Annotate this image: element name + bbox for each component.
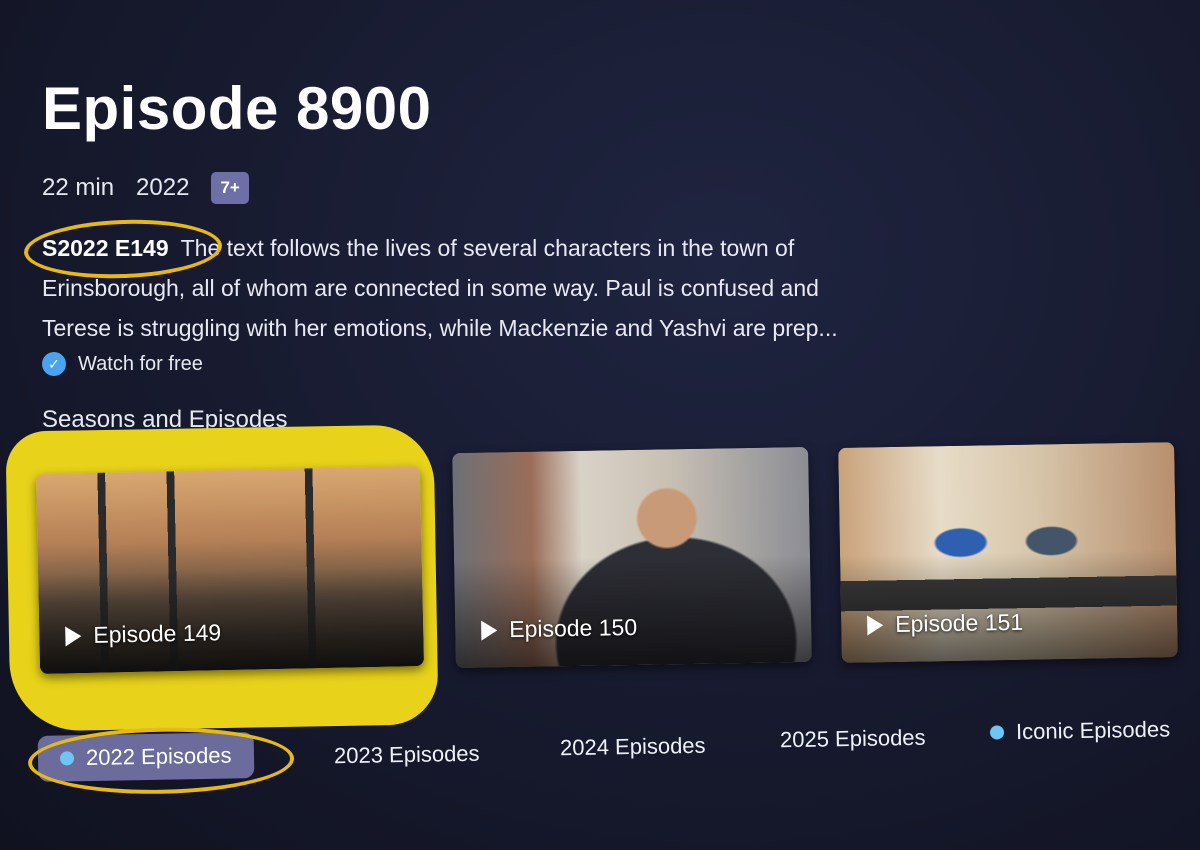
episode-card-label: Episode 149 (65, 619, 221, 649)
episode-title: Episode 8900 (42, 75, 432, 142)
tab-label: 2022 Episodes (85, 742, 232, 771)
check-circle-icon: ✓ (42, 352, 66, 376)
episode-code-text: S2022 E149 (42, 235, 169, 261)
episode-detail-screen: Episode 8900 22 min 2022 7+ S2022 E149 T… (0, 0, 1200, 850)
tab-label: 2025 Episodes (779, 724, 926, 753)
episode-card-150[interactable]: Episode 150 (452, 446, 812, 669)
season-tab-bar: 2022 Episodes 2023 Episodes 2024 Episode… (0, 716, 1200, 810)
dot-icon (989, 725, 1005, 740)
play-icon (867, 614, 884, 635)
episode-synopsis: S2022 E149 The text follows the lives of… (23, 216, 882, 348)
tab-label: 2024 Episodes (559, 732, 706, 761)
episode-card-label: Episode 151 (867, 609, 1023, 639)
tab-2022-episodes[interactable]: 2022 Episodes (27, 725, 295, 797)
episode-card-149[interactable]: Episode 149 (35, 466, 425, 674)
tab-iconic-episodes[interactable]: Iconic Episodes (989, 716, 1171, 745)
age-rating-badge: 7+ (211, 172, 249, 204)
availability-label: Watch for free (78, 352, 203, 375)
episode-card-title: Episode 149 (93, 619, 222, 648)
play-icon (481, 619, 498, 641)
release-year: 2022 (136, 174, 190, 201)
tab-label: Iconic Episodes (1015, 716, 1171, 745)
availability-row: ✓ Watch for free (42, 352, 203, 376)
play-icon (65, 625, 82, 646)
tab-2024-episodes[interactable]: 2024 Episodes (560, 733, 706, 762)
duration: 22 min (42, 174, 115, 201)
episode-card-151[interactable]: Episode 151 (838, 442, 1178, 663)
tab-2023-episodes[interactable]: 2023 Episodes (334, 741, 480, 770)
tab-2025-episodes[interactable]: 2025 Episodes (780, 725, 926, 754)
episode-code: S2022 E149 (23, 216, 223, 282)
episode-meta: 22 min 2022 7+ (42, 172, 249, 204)
episode-card-title: Episode 151 (895, 608, 1024, 637)
tab-label: 2023 Episodes (333, 740, 480, 769)
episode-card-label: Episode 150 (481, 614, 637, 644)
episode-card-title: Episode 150 (509, 613, 638, 643)
dot-icon (59, 751, 75, 766)
